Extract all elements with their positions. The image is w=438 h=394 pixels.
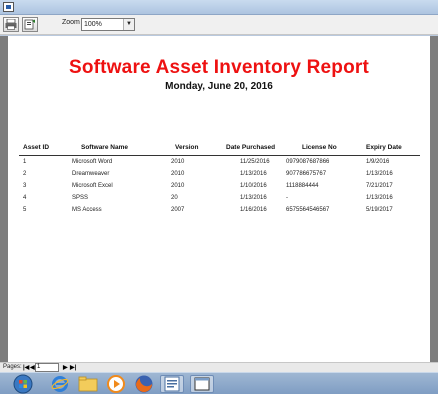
row-4-license-no: - <box>286 195 288 201</box>
row-5-expiry-date: 5/19/2017 <box>366 207 393 213</box>
column-header-license-no: License No <box>302 144 337 151</box>
report-window-icon[interactable] <box>190 375 214 393</box>
row-3-version: 2010 <box>171 183 185 189</box>
row-4-version: 20 <box>171 195 178 201</box>
column-header-version: Version <box>175 144 199 151</box>
pager-bar: Pages: |◀ ◀ 1 ▶ ▶| <box>0 362 438 372</box>
column-header-expiry-date: Expiry Date <box>366 144 402 151</box>
start-orb-icon[interactable] <box>8 374 38 394</box>
row-4-software-name: SPSS <box>72 195 89 201</box>
next-page-icon[interactable]: ▶ <box>63 364 68 371</box>
row-4-expiry-date: 1/13/2016 <box>366 195 393 201</box>
row-3-expiry-date: 7/21/2017 <box>366 183 393 189</box>
row-2-software-name: Dreamweaver <box>72 171 110 177</box>
row-5-license-no: 6575564546567 <box>286 207 330 213</box>
prev-page-icon[interactable]: ◀ <box>30 364 35 371</box>
explorer-icon[interactable] <box>76 375 100 393</box>
row-1-asset-id: 1 <box>23 159 27 165</box>
row-1-expiry-date: 1/9/2016 <box>366 159 390 165</box>
zoom-label: Zoom <box>62 19 80 26</box>
row-4-date-purchased: 1/13/2016 <box>240 195 267 201</box>
row-2-date-purchased: 1/13/2016 <box>240 171 267 177</box>
taskbar <box>0 372 438 394</box>
column-header-software-name: Software Name <box>81 144 128 151</box>
page-number-input[interactable]: 1 <box>35 363 59 372</box>
report-title: Software Asset Inventory Report <box>68 57 370 78</box>
row-2-asset-id: 2 <box>23 171 27 177</box>
last-page-icon[interactable]: ▶| <box>70 364 76 371</box>
first-page-icon[interactable]: |◀ <box>23 364 29 371</box>
row-2-license-no: 907786675767 <box>286 171 327 177</box>
row-2-expiry-date: 1/13/2016 <box>366 171 393 177</box>
report-date: Monday, June 20, 2016 <box>165 81 273 92</box>
pages-label: Pages: <box>3 364 22 370</box>
export-icon[interactable] <box>22 17 38 32</box>
row-1-license-no: 0979087687866 <box>286 159 330 165</box>
header-divider <box>19 155 420 156</box>
row-1-date-purchased: 11/25/2016 <box>240 159 270 165</box>
row-5-version: 2007 <box>171 207 185 213</box>
ie-icon[interactable] <box>48 375 72 393</box>
firefox-icon[interactable] <box>132 375 156 393</box>
column-header-date-purchased: Date Purchased <box>226 144 276 151</box>
row-3-asset-id: 3 <box>23 183 27 189</box>
row-1-version: 2010 <box>171 159 185 165</box>
toolbar: Zoom 100% ▼ <box>0 15 438 35</box>
print-icon[interactable] <box>3 17 19 32</box>
row-5-asset-id: 5 <box>23 207 27 213</box>
row-3-date-purchased: 1/10/2016 <box>240 183 267 189</box>
zoom-value: 100% <box>84 21 102 28</box>
row-5-software-name: MS Access <box>72 207 102 213</box>
row-1-software-name: Microsoft Word <box>72 159 113 165</box>
row-2-version: 2010 <box>171 171 185 177</box>
chevron-down-icon[interactable]: ▼ <box>123 19 134 30</box>
row-3-license-no: 1118884444 <box>286 183 319 189</box>
zoom-select[interactable]: 100% ▼ <box>81 18 135 31</box>
app-window-icon <box>3 2 14 12</box>
row-3-software-name: Microsoft Excel <box>72 183 113 189</box>
column-header-asset-id: Asset ID <box>23 144 50 151</box>
window-titlebar <box>0 0 438 15</box>
media-player-icon[interactable] <box>104 375 128 393</box>
app-icon[interactable] <box>160 375 184 393</box>
row-5-date-purchased: 1/16/2016 <box>240 207 267 213</box>
row-4-asset-id: 4 <box>23 195 27 201</box>
